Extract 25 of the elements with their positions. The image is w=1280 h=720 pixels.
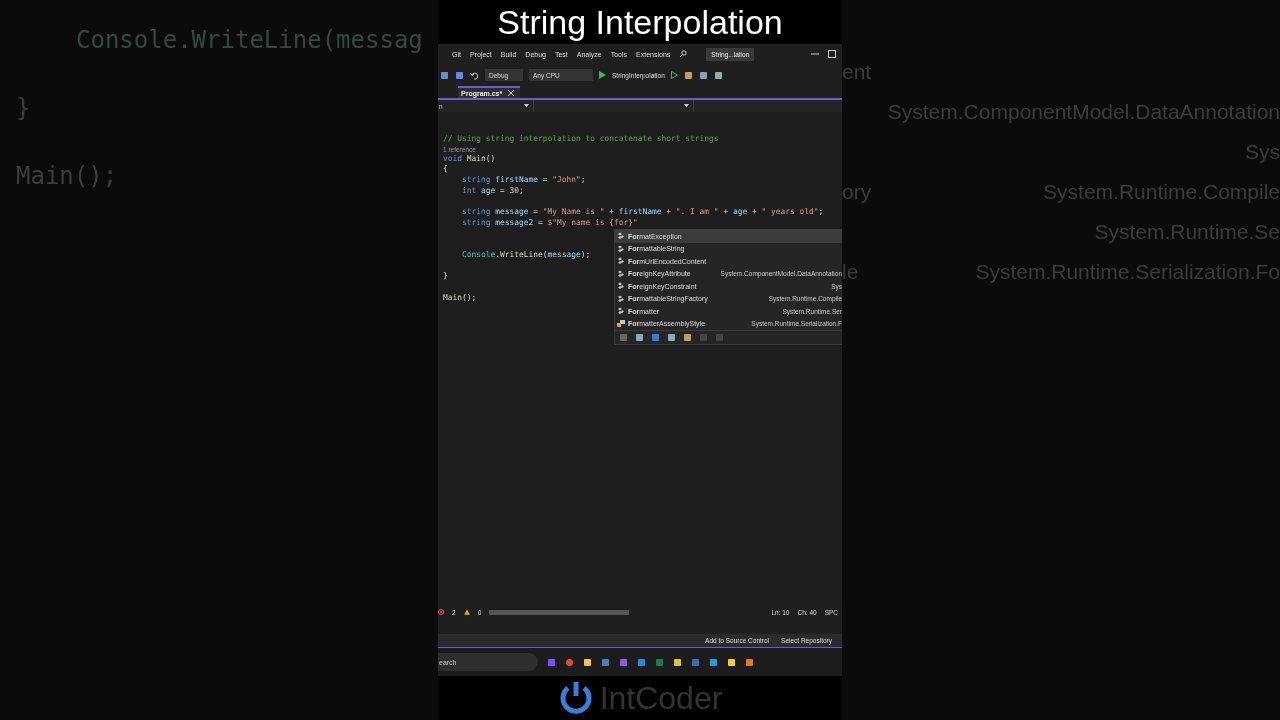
class-icon <box>617 269 625 278</box>
class-icon <box>617 244 625 253</box>
blurred-text: le <box>842 260 859 284</box>
enum-icon <box>617 319 625 328</box>
class-icon <box>617 257 625 266</box>
error-icon <box>438 609 444 615</box>
caret-icon <box>524 104 529 108</box>
caret-icon <box>684 104 689 108</box>
video-title: String Interpolation <box>496 2 784 43</box>
blurred-code-text: } <box>16 94 32 122</box>
warning-icon <box>463 609 470 615</box>
maximize-icon[interactable] <box>828 50 836 58</box>
class-icon <box>617 294 625 303</box>
blurred-code-text: Console.WriteLine(messag <box>76 26 424 54</box>
minimize-icon[interactable] <box>811 50 819 58</box>
play-outline-icon[interactable] <box>670 71 678 79</box>
class-icon <box>617 232 625 241</box>
undo-icon[interactable] <box>470 70 479 80</box>
play-icon[interactable] <box>599 71 606 79</box>
search-icon[interactable] <box>679 50 688 58</box>
class-icon <box>617 307 625 316</box>
app-icon[interactable] <box>745 657 754 667</box>
class-icon <box>617 282 625 291</box>
close-icon[interactable] <box>508 90 515 96</box>
horizontal-scrollbar[interactable] <box>489 609 630 615</box>
